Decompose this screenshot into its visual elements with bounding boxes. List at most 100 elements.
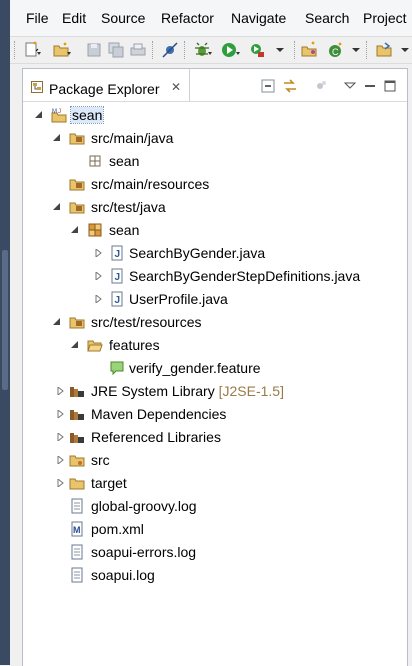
debug-icon[interactable] xyxy=(192,40,212,60)
library-icon xyxy=(69,406,85,422)
view-toolbar-disabled-icon[interactable] xyxy=(311,77,329,95)
tree-item-label: UserProfile.java xyxy=(129,291,228,307)
svg-text:J: J xyxy=(115,249,121,260)
close-icon[interactable]: ✕ xyxy=(171,80,181,94)
svg-text:C: C xyxy=(332,47,339,57)
external-tools-icon[interactable] xyxy=(248,40,268,60)
dropdown-arrow-icon[interactable] xyxy=(348,40,368,60)
tree-item-label: features xyxy=(109,337,160,353)
menu-navigate[interactable]: Navigate xyxy=(231,10,286,26)
menu-refactor[interactable]: Refactor xyxy=(161,10,214,26)
new-icon[interactable] xyxy=(22,40,42,60)
skip-breakpoints-icon[interactable] xyxy=(160,40,180,60)
toolbar-separator xyxy=(366,41,369,59)
toolbar-separator xyxy=(294,41,297,59)
menu-file[interactable]: File xyxy=(26,10,49,26)
print-icon[interactable] xyxy=(128,40,148,60)
tree-item-referenced-libraries[interactable]: Referenced Libraries xyxy=(23,426,407,448)
package-icon xyxy=(87,222,103,238)
new-java-project-icon[interactable] xyxy=(300,40,320,60)
tree-item-target[interactable]: target xyxy=(23,472,407,494)
link-with-editor-icon[interactable] xyxy=(281,77,299,95)
tree-item-src[interactable]: src xyxy=(23,449,407,471)
maven-project-icon: MJ xyxy=(51,107,67,123)
save-all-icon[interactable] xyxy=(106,40,126,60)
tree-item-pom-xml[interactable]: M pom.xml xyxy=(23,518,407,540)
collapsed-arrow-icon[interactable] xyxy=(57,433,65,441)
tree-item-soapui-errors-log[interactable]: soapui-errors.log xyxy=(23,541,407,563)
save-icon[interactable] xyxy=(84,40,104,60)
menu-search[interactable]: Search xyxy=(305,10,349,26)
tree-item-userprofile-java[interactable]: J UserProfile.java xyxy=(23,288,407,310)
expanded-arrow-icon[interactable] xyxy=(71,341,79,349)
tree-item-label: src/test/java xyxy=(91,199,166,215)
tree-item-label: soapui-errors.log xyxy=(91,544,197,560)
dropdown-arrow-icon[interactable] xyxy=(272,40,292,60)
collapsed-arrow-icon[interactable] xyxy=(95,295,103,303)
tree-item-label: sean xyxy=(69,106,105,124)
tree-item-searchbygenderstepdefinitions-java[interactable]: J SearchByGenderStepDefinitions.java xyxy=(23,265,407,287)
tree-item-jre-system-library[interactable]: JRE System Library [J2SE-1.5] xyxy=(23,380,407,402)
expanded-arrow-icon[interactable] xyxy=(71,226,79,234)
run-icon[interactable] xyxy=(220,40,240,60)
collapsed-arrow-icon[interactable] xyxy=(57,479,65,487)
source-folder-icon xyxy=(69,199,85,215)
library-icon xyxy=(69,429,85,445)
collapse-all-icon[interactable] xyxy=(259,77,277,95)
svg-text:M: M xyxy=(73,525,81,535)
main-toolbar: C xyxy=(10,37,412,64)
collapsed-arrow-icon[interactable] xyxy=(57,387,65,395)
expanded-arrow-icon[interactable] xyxy=(35,111,43,119)
expanded-arrow-icon[interactable] xyxy=(53,134,61,142)
tree-item-src-test-java[interactable]: src/test/java xyxy=(23,196,407,218)
dropdown-arrow-icon[interactable] xyxy=(398,40,412,60)
jre-version-decoration: [J2SE-1.5] xyxy=(218,383,284,399)
empty-package-icon xyxy=(87,153,103,169)
folder-icon xyxy=(69,475,85,491)
new-class-icon[interactable]: C xyxy=(326,40,346,60)
menu-project[interactable]: Project xyxy=(363,10,407,26)
source-folder-icon xyxy=(69,130,85,146)
tree-item-src-main-resources[interactable]: src/main/resources xyxy=(23,173,407,195)
tree-item-label: SearchByGenderStepDefinitions.java xyxy=(129,268,361,284)
collapsed-arrow-icon[interactable] xyxy=(57,410,65,418)
window-scrollbar-thumb[interactable] xyxy=(2,250,8,390)
tree-item-features[interactable]: features xyxy=(23,334,407,356)
tab-package-explorer[interactable]: Package Explorer ✕ xyxy=(23,69,190,101)
tree-item-searchbygender-java[interactable]: J SearchByGender.java xyxy=(23,242,407,264)
text-file-icon xyxy=(69,544,85,560)
minimize-icon[interactable] xyxy=(361,77,379,95)
tree-item-global-groovy-log[interactable]: global-groovy.log xyxy=(23,495,407,517)
library-icon xyxy=(69,383,85,399)
tree-item-src-test-resources[interactable]: src/test/resources xyxy=(23,311,407,333)
tree-item-label: sean xyxy=(109,153,140,169)
tree-item-verify-gender-feature[interactable]: verify_gender.feature xyxy=(23,357,407,379)
collapsed-arrow-icon[interactable] xyxy=(57,456,65,464)
tree-item-label: JRE System Library [J2SE-1.5] xyxy=(91,383,284,399)
menu-edit[interactable]: Edit xyxy=(62,10,86,26)
maximize-icon[interactable] xyxy=(381,77,399,95)
text-file-icon xyxy=(69,498,85,514)
text-file-icon xyxy=(69,567,85,583)
tree-item-label: src/main/resources xyxy=(91,176,210,192)
svg-text:M: M xyxy=(52,109,57,115)
open-type-icon[interactable] xyxy=(374,40,394,60)
collapsed-arrow-icon[interactable] xyxy=(95,249,103,257)
project-tree: MJ sean src/main/java sean src/main/reso… xyxy=(23,102,407,666)
tree-item-src-main-java[interactable]: src/main/java xyxy=(23,127,407,149)
tree-item-maven-dependencies[interactable]: Maven Dependencies xyxy=(23,403,407,425)
source-folder-icon xyxy=(69,176,85,192)
tree-item-soapui-log[interactable]: soapui.log xyxy=(23,564,407,586)
view-menu-icon[interactable] xyxy=(341,77,359,95)
svg-text:J: J xyxy=(115,272,121,283)
tree-item-sean-project[interactable]: MJ sean xyxy=(23,104,407,126)
collapsed-arrow-icon[interactable] xyxy=(95,272,103,280)
tree-item-label: src xyxy=(91,452,110,468)
tree-item-sean-package[interactable]: sean xyxy=(23,219,407,241)
toolbar-separator xyxy=(184,41,187,59)
expanded-arrow-icon[interactable] xyxy=(53,203,61,211)
menu-source[interactable]: Source xyxy=(101,10,145,26)
expanded-arrow-icon[interactable] xyxy=(53,318,61,326)
tree-item-sean-package-empty[interactable]: sean xyxy=(23,150,407,172)
new-project-icon[interactable] xyxy=(52,40,72,60)
